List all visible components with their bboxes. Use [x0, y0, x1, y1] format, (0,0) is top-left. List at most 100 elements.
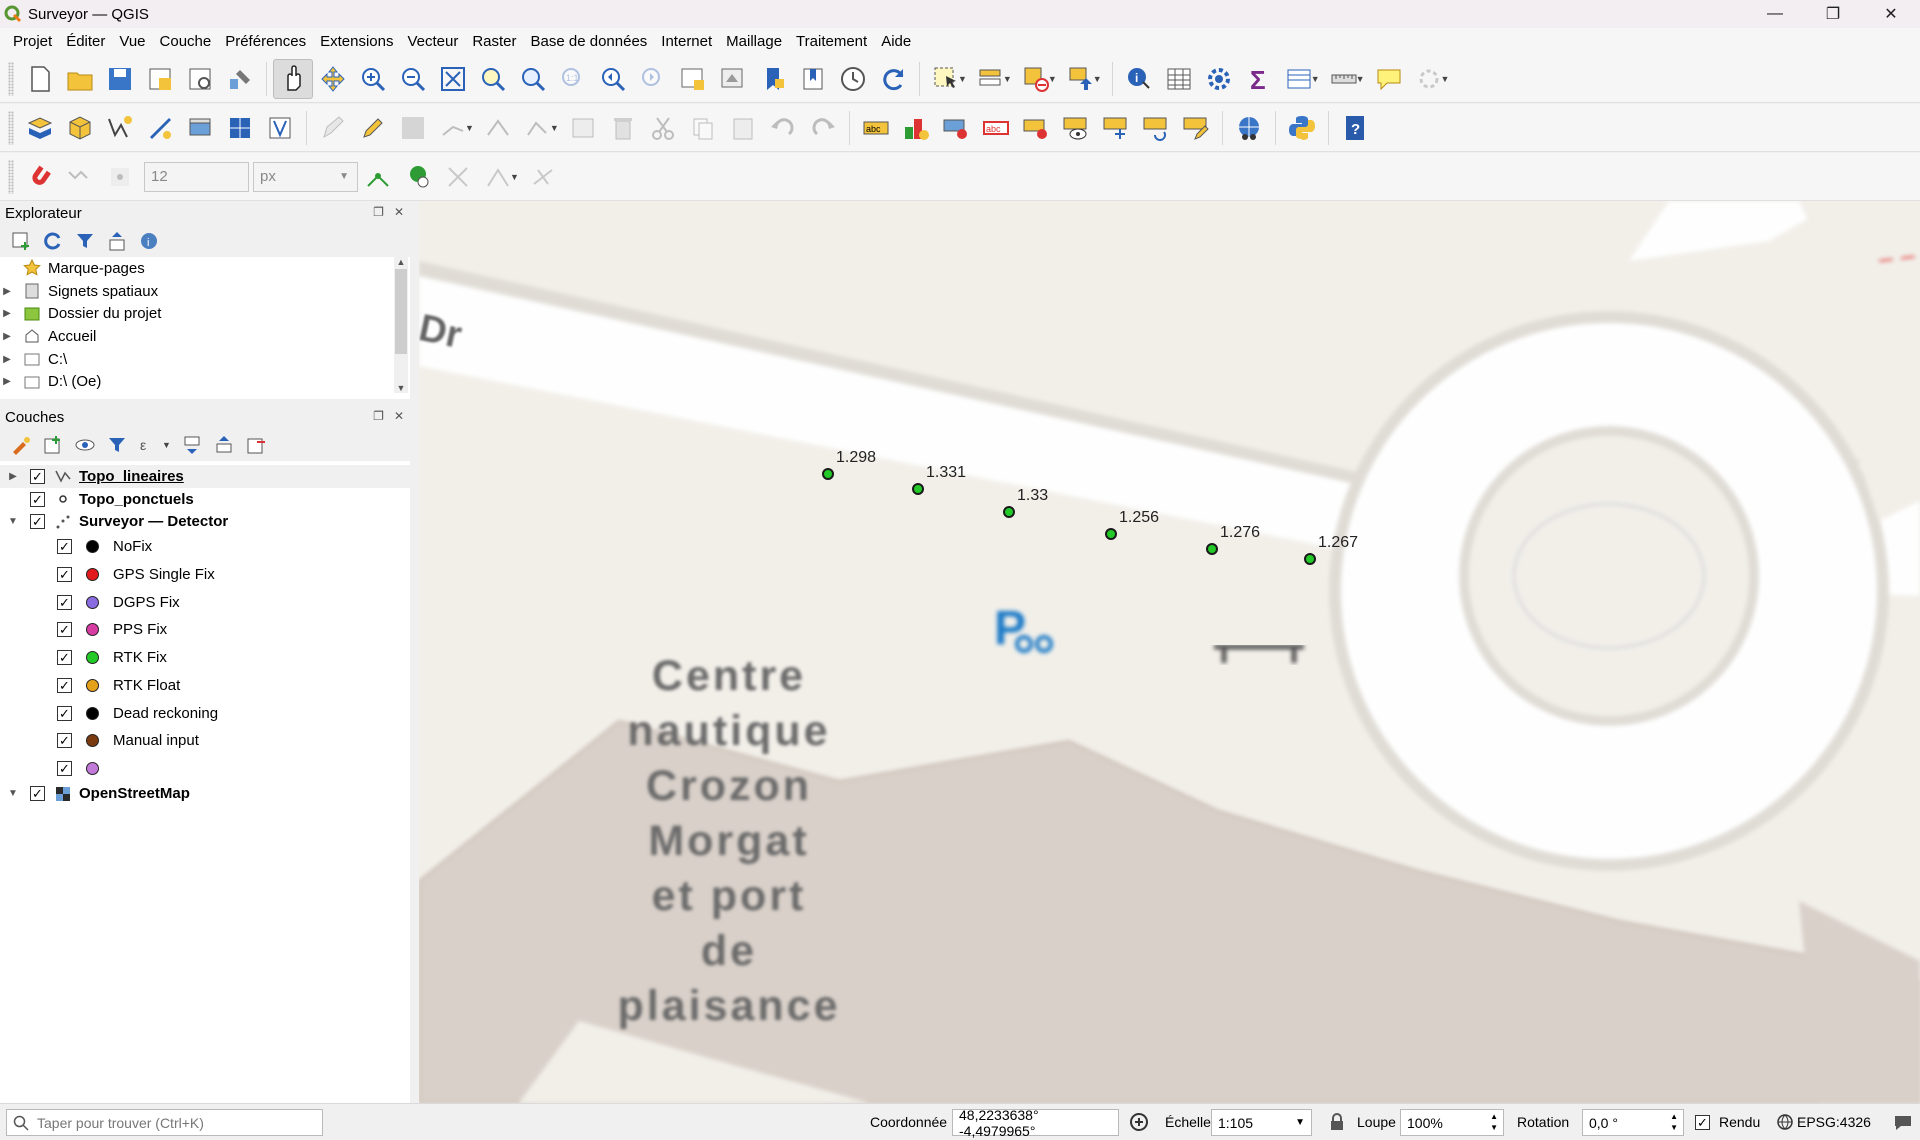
- vertex-editor-icon[interactable]: [518, 108, 558, 148]
- python-console-icon[interactable]: [1282, 108, 1322, 148]
- scroll-down-icon[interactable]: ▼: [394, 383, 408, 393]
- new-map-view-icon[interactable]: [673, 59, 713, 99]
- move-label-icon[interactable]: [1096, 108, 1136, 148]
- survey-point[interactable]: [1206, 543, 1218, 555]
- zoom-to-layer-icon[interactable]: [513, 59, 553, 99]
- float-panel-icon[interactable]: ❐: [373, 409, 384, 423]
- new-geopackage-icon[interactable]: [60, 108, 100, 148]
- identify-features-icon[interactable]: i: [1119, 59, 1159, 99]
- legend-item-checkbox[interactable]: ✓: [57, 567, 72, 583]
- filter-legend-icon[interactable]: [102, 430, 132, 460]
- magnifier-spinbox[interactable]: 100% ▲ ▼: [1400, 1109, 1504, 1136]
- style-manager-icon[interactable]: [220, 59, 260, 99]
- open-project-icon[interactable]: [60, 59, 100, 99]
- delete-selected-icon[interactable]: [603, 108, 643, 148]
- label-toolbar-icon[interactable]: abc: [856, 108, 896, 148]
- layer-visibility-checkbox[interactable]: ✓: [30, 514, 45, 530]
- snapping-unit-select[interactable]: px ▼: [253, 161, 358, 192]
- menu-aide[interactable]: Aide: [874, 33, 918, 50]
- copy-features-icon[interactable]: [683, 108, 723, 148]
- menu-traitement[interactable]: Traitement: [789, 33, 874, 50]
- expand-arrow-icon[interactable]: ▶: [0, 308, 14, 319]
- map-canvas[interactable]: P Dr Centre nautique Crozon Morgat et po…: [419, 201, 1920, 1103]
- zoom-last-icon[interactable]: [593, 59, 633, 99]
- layer-row[interactable]: ✓ Topo_ponctuels: [0, 488, 410, 511]
- diagram-options-icon[interactable]: [896, 108, 936, 148]
- legend-item[interactable]: ✓ RTK Fix: [0, 644, 410, 672]
- collapse-arrow-icon[interactable]: ▼: [6, 788, 20, 799]
- spin-arrows-icon[interactable]: ▲ ▼: [1490, 1111, 1498, 1133]
- survey-point[interactable]: [1003, 506, 1015, 518]
- menu-vue[interactable]: Vue: [112, 33, 152, 50]
- redo-icon[interactable]: [803, 108, 843, 148]
- snapping-layers-icon[interactable]: [60, 157, 100, 197]
- collapse-all-icon[interactable]: [209, 430, 239, 460]
- self-snapping-icon[interactable]: [438, 157, 478, 197]
- toggle-extents-icon[interactable]: [1129, 1112, 1149, 1132]
- vertex-tool-icon[interactable]: [478, 108, 518, 148]
- cut-features-icon[interactable]: [643, 108, 683, 148]
- zoom-full-icon[interactable]: [433, 59, 473, 99]
- menu-vecteur[interactable]: Vecteur: [400, 33, 465, 50]
- layer-row[interactable]: ▼ ✓ Surveyor — Detector: [0, 510, 410, 533]
- new-temp-layer-icon[interactable]: [180, 108, 220, 148]
- legend-item[interactable]: ✓ Manual input: [0, 727, 410, 755]
- show-bookmarks-icon[interactable]: [793, 59, 833, 99]
- zoom-next-icon[interactable]: [633, 59, 673, 99]
- topological-editing-icon[interactable]: [358, 157, 398, 197]
- survey-point[interactable]: [912, 483, 924, 495]
- pan-to-selection-icon[interactable]: [313, 59, 353, 99]
- map-tips-icon[interactable]: [1369, 59, 1409, 99]
- help-icon[interactable]: ?: [1335, 108, 1375, 148]
- zoom-native-icon[interactable]: 1:1: [553, 59, 593, 99]
- menu-editer[interactable]: Éditer: [59, 33, 112, 50]
- legend-item-checkbox[interactable]: ✓: [57, 622, 72, 638]
- snapping-tolerance-spinbox[interactable]: 12: [144, 161, 249, 192]
- coordinate-field[interactable]: 48,2233638° -4,4979965°: [952, 1107, 1119, 1139]
- restore-button[interactable]: ❐: [1804, 0, 1862, 28]
- lock-icon[interactable]: [1329, 1113, 1345, 1131]
- browser-item[interactable]: ▶ Accueil: [0, 325, 410, 348]
- save-edits-icon[interactable]: [393, 108, 433, 148]
- legend-item-checkbox[interactable]: ✓: [57, 705, 72, 721]
- remove-layer-icon[interactable]: [241, 430, 271, 460]
- menu-couche[interactable]: Couche: [153, 33, 219, 50]
- layer-visibility-checkbox[interactable]: ✓: [30, 468, 45, 484]
- scale-select[interactable]: 1:105 ▼: [1211, 1109, 1312, 1136]
- statistics-icon[interactable]: Σ: [1239, 59, 1279, 99]
- legend-item-checkbox[interactable]: ✓: [57, 650, 72, 666]
- legend-item[interactable]: ✓ NoFix: [0, 533, 410, 561]
- new-mesh-layer-icon[interactable]: [260, 108, 300, 148]
- panel-splitter[interactable]: [410, 201, 419, 1103]
- locator-search-input[interactable]: Taper pour trouver (Ctrl+K): [6, 1109, 323, 1136]
- scroll-thumb[interactable]: [395, 269, 407, 354]
- survey-point[interactable]: [1304, 553, 1316, 565]
- legend-item-checkbox[interactable]: ✓: [57, 760, 72, 776]
- browser-item[interactable]: ▶ C:\: [0, 348, 410, 371]
- attribute-table-icon[interactable]: [1159, 59, 1199, 99]
- legend-item-checkbox[interactable]: ✓: [57, 539, 72, 555]
- browser-item[interactable]: ▶ Dossier du projet: [0, 302, 410, 325]
- legend-item[interactable]: ✓ PPS Fix: [0, 616, 410, 644]
- advanced-digitizing-icon[interactable]: [523, 157, 563, 197]
- menu-projet[interactable]: Projet: [6, 33, 59, 50]
- legend-item-checkbox[interactable]: ✓: [57, 733, 72, 749]
- zoom-out-icon[interactable]: [393, 59, 433, 99]
- open-layer-styling-icon[interactable]: [6, 430, 36, 460]
- new-3d-view-icon[interactable]: [713, 59, 753, 99]
- menu-extensions[interactable]: Extensions: [313, 33, 400, 50]
- close-panel-icon[interactable]: ✕: [394, 409, 404, 423]
- close-panel-icon[interactable]: ✕: [394, 205, 404, 219]
- manage-map-themes-icon[interactable]: [70, 430, 100, 460]
- zoom-in-icon[interactable]: [353, 59, 393, 99]
- new-shapefile-icon[interactable]: [100, 108, 140, 148]
- change-label-icon[interactable]: [1176, 108, 1216, 148]
- messages-icon[interactable]: [1893, 1112, 1913, 1132]
- filter-by-expression-icon[interactable]: ε: [134, 430, 164, 460]
- layer-row[interactable]: ▼ ✓ OpenStreetMap: [0, 782, 410, 805]
- browser-item[interactable]: Marque-pages: [0, 257, 410, 280]
- layout-manager-icon[interactable]: [180, 59, 220, 99]
- render-checkbox[interactable]: ✓: [1695, 1115, 1710, 1130]
- menu-base-de-donnees[interactable]: Base de données: [524, 33, 655, 50]
- zoom-to-selection-icon[interactable]: [473, 59, 513, 99]
